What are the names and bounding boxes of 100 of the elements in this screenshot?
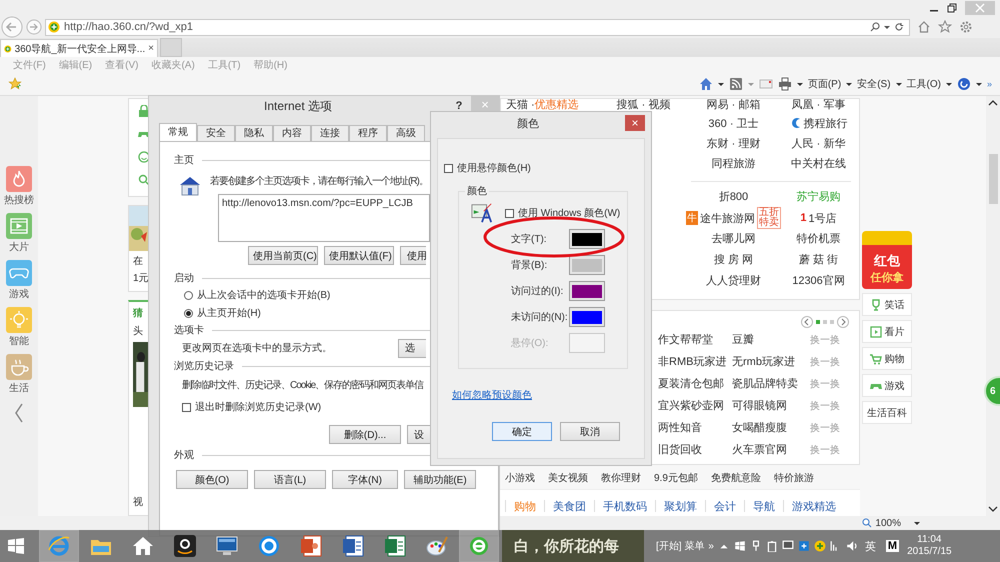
site-link[interactable]: 人民 · 新华 (792, 136, 846, 150)
side-link[interactable]: 看片 (862, 320, 912, 343)
volume-icon[interactable] (846, 540, 858, 552)
site-link[interactable]: 12306官网 (792, 273, 845, 288)
site-link[interactable]: 去哪儿网 (712, 231, 756, 246)
site-link[interactable]: 火车票官网 (732, 442, 810, 458)
scroll-thumb[interactable] (988, 154, 998, 204)
category-tab[interactable]: 会计 (714, 498, 736, 514)
site-link[interactable]: 凤凰 · 军事 (776, 99, 861, 111)
zoom-level[interactable]: 100% (875, 518, 901, 528)
caret-icon[interactable] (914, 520, 920, 526)
quick-link[interactable]: 9.9元包邮 (654, 471, 698, 486)
site-link[interactable]: 瓷肌品牌特卖 (732, 376, 810, 392)
dialog-button[interactable]: 辅助功能(E) (404, 470, 476, 489)
toolbar-chevron[interactable]: » (708, 540, 714, 552)
printer-icon[interactable] (778, 77, 792, 91)
site-link[interactable]: 1号店 (808, 210, 837, 226)
nav-tile[interactable] (6, 260, 32, 286)
site-link[interactable]: 搜 房 网 (714, 252, 754, 267)
dialog-button[interactable]: 取消 (560, 422, 620, 441)
site-link[interactable]: 携程旅行 (804, 116, 848, 130)
nav-tile[interactable] (6, 213, 32, 239)
site-link[interactable]: 360 · 卫士 (708, 116, 759, 130)
dialog-button[interactable]: 使用 (400, 246, 426, 265)
more-commands[interactable]: » (986, 79, 992, 89)
clock-date[interactable]: 2015/7/15 (907, 546, 952, 558)
search-icon[interactable] (870, 22, 880, 32)
quick-link[interactable]: 教你理财 (601, 471, 641, 486)
dialog-button[interactable]: 选 (398, 338, 426, 358)
site-link[interactable]: 途牛旅游网 (700, 210, 755, 226)
caret-icon[interactable] (718, 81, 724, 87)
caret-icon[interactable] (976, 81, 982, 87)
refresh-icon[interactable] (894, 22, 904, 32)
command-menu[interactable]: 工具(O) (906, 77, 941, 91)
caret-icon[interactable] (846, 81, 852, 87)
nav-tile[interactable] (6, 166, 32, 192)
help-button[interactable]: ? (447, 100, 471, 112)
tab-close-button[interactable]: × (148, 43, 154, 54)
dialog-tab[interactable]: 内容 (273, 125, 311, 141)
dialog-button[interactable]: 确定 (492, 422, 552, 441)
color-swatch-button[interactable] (569, 229, 605, 249)
checkbox-option[interactable]: 使用悬停颜色(H) (444, 159, 644, 177)
browser-tab[interactable]: 360导航_新一代安全上网导... × (0, 39, 158, 57)
category-tab[interactable]: 聚划算 (664, 498, 697, 514)
site-link[interactable]: 两性知音 (658, 420, 732, 436)
site-link[interactable]: 中关村在线 (791, 156, 846, 170)
battery-icon[interactable] (766, 540, 778, 552)
dialog-tab[interactable]: 隐私 (235, 125, 273, 141)
command-menu[interactable]: 页面(P) (808, 77, 842, 91)
scrollbar[interactable] (986, 96, 1000, 516)
site-link[interactable]: 折800 (718, 189, 748, 204)
scroll-up-icon[interactable] (988, 100, 998, 106)
gift-promo[interactable]: 红包 任你拿 (862, 231, 912, 289)
radio-option[interactable]: 从主页开始(H) (174, 304, 498, 322)
site-link[interactable]: 豆瓣 (732, 332, 810, 348)
side-link[interactable]: 购物 (862, 347, 912, 370)
plus-circle-icon[interactable] (814, 540, 826, 552)
close-button[interactable]: × (625, 115, 645, 131)
dialog-tab[interactable]: 常规 (159, 123, 197, 141)
quick-link[interactable]: 免费航意险 (710, 471, 761, 486)
site-link[interactable]: 东财 · 理财 (706, 136, 760, 150)
caret-icon[interactable] (796, 81, 803, 87)
caret-icon[interactable] (946, 81, 952, 87)
help-icon[interactable] (956, 77, 971, 91)
category-tab[interactable]: 游戏精选 (792, 498, 836, 514)
settings-icon[interactable] (959, 20, 973, 34)
input-method-indicator[interactable]: 英 (864, 538, 876, 554)
category-tab[interactable]: 美食团 (553, 498, 586, 514)
windows-flag-icon[interactable] (734, 540, 746, 552)
dialog-tab[interactable]: 程序 (349, 125, 387, 141)
zoom-icon[interactable] (862, 518, 872, 528)
site-link[interactable]: 夏装清仓包邮 (658, 376, 732, 392)
side-link[interactable]: 游戏 (862, 374, 912, 397)
side-link[interactable]: 生活百科 (862, 401, 912, 424)
color-swatch-button[interactable] (569, 281, 605, 301)
color-swatch-button[interactable] (569, 307, 605, 327)
color-swatch-button[interactable] (569, 255, 605, 275)
dialog-button[interactable]: 字体(N) (332, 470, 398, 489)
site-link[interactable]: 无rmb玩家进 (732, 354, 810, 370)
star-icon[interactable] (938, 20, 952, 34)
next-icon[interactable] (837, 316, 849, 328)
site-link[interactable]: 人人贷理财 (706, 273, 761, 288)
quick-link[interactable]: 美女视频 (548, 471, 588, 486)
dialog-tab[interactable]: 高级 (387, 125, 425, 141)
feed-icon[interactable] (728, 77, 743, 91)
site-link[interactable]: 搜狐 · 视频 (596, 99, 691, 111)
site-link[interactable]: 天猫 ·优惠精选 (501, 99, 596, 111)
chevron-left-icon[interactable] (14, 403, 24, 423)
home-icon[interactable] (917, 20, 931, 34)
dialog-button[interactable]: 语言(L) (254, 470, 326, 489)
home-page-field[interactable]: http://lenovo13.msn.com/?pc=EUPP_LCJB (218, 194, 430, 242)
category-tab[interactable]: 导航 (753, 498, 775, 514)
forward-icon[interactable] (26, 19, 42, 35)
site-link[interactable]: 旧货回收 (658, 442, 732, 458)
dialog-tab[interactable]: 安全 (197, 125, 235, 141)
site-link[interactable]: 作文帮帮堂 (658, 332, 732, 348)
command-menu[interactable]: 安全(S) (857, 77, 891, 91)
address-bar[interactable]: http://hao.360.cn/?wd_xp1 (45, 18, 910, 36)
site-link[interactable]: 非RMB玩家进 (658, 354, 732, 370)
quick-link[interactable]: 特价旅游 (774, 471, 814, 486)
